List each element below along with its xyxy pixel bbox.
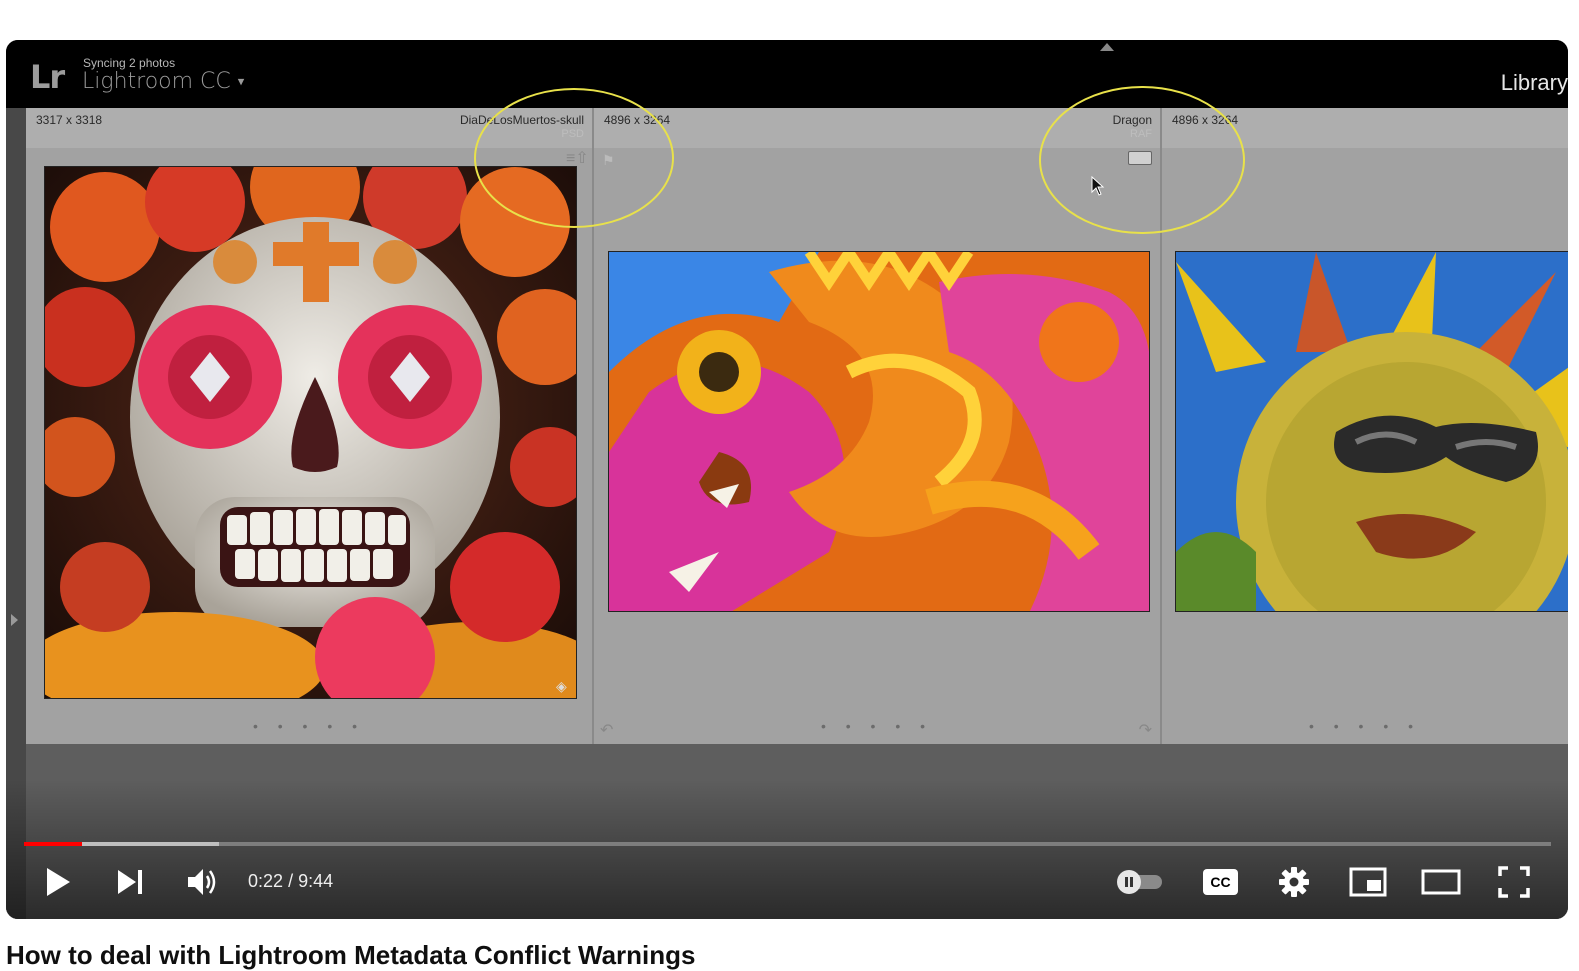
- settings-gear-icon[interactable]: [1278, 866, 1310, 898]
- photo-dimensions: 3317 x 3318: [36, 113, 103, 127]
- controls-gradient: [6, 779, 1568, 919]
- progress-played: [24, 842, 83, 846]
- play-icon[interactable]: [44, 866, 72, 898]
- volume-icon[interactable]: [186, 866, 220, 898]
- photo-thumbnail-sun[interactable]: [1175, 251, 1568, 612]
- photo-grid: 3317 x 3318 DiaDeLosMuertos-skull PSD ≡⇧: [26, 86, 1568, 744]
- annotation-circle: [1039, 86, 1245, 234]
- skull-image: [45, 167, 576, 698]
- time-separator: /: [288, 871, 294, 891]
- rating-stars[interactable]: • • • • •: [26, 718, 592, 734]
- edit-badge-icon: ◈: [556, 678, 567, 694]
- annotation-circle: [474, 88, 674, 228]
- product-name: Lightroom CC ▾: [82, 69, 244, 94]
- sync-status: Syncing 2 photos: [83, 56, 176, 70]
- captions-button[interactable]: CC: [1203, 869, 1238, 895]
- time-current: 0:22: [248, 871, 284, 891]
- video-title[interactable]: How to deal with Lightroom Metadata Conf…: [6, 940, 695, 971]
- sun-image: [1176, 252, 1568, 611]
- fullscreen-icon[interactable]: [1498, 866, 1530, 898]
- theater-mode-icon[interactable]: [1421, 868, 1461, 896]
- panel-toggle-icon: [1100, 43, 1114, 51]
- chevron-down-icon: ▾: [237, 74, 245, 90]
- rating-stars[interactable]: • • • • •: [1162, 718, 1568, 734]
- progress-bar[interactable]: [24, 842, 1551, 846]
- lightroom-logo: Lr: [30, 58, 65, 96]
- mouse-cursor-icon: [1091, 176, 1105, 196]
- module-library: Library: [1500, 70, 1568, 95]
- product-label: Lightroom CC: [82, 69, 231, 94]
- video-player[interactable]: Lr Syncing 2 photos Lightroom CC ▾ Libra…: [6, 40, 1568, 919]
- photo-thumbnail-dragon[interactable]: [608, 251, 1150, 612]
- autoplay-toggle[interactable]: [1114, 869, 1166, 895]
- expand-left-icon: [11, 614, 18, 626]
- rating-stars[interactable]: • • • • •: [594, 718, 1160, 734]
- photo-thumbnail-skull[interactable]: [44, 166, 577, 699]
- time-display: 0:22 / 9:44: [248, 871, 333, 892]
- lightroom-top-bar: Lr Syncing 2 photos Lightroom CC ▾ Libra…: [6, 40, 1568, 108]
- dragon-image: [609, 252, 1149, 611]
- time-total: 9:44: [298, 871, 334, 891]
- next-icon[interactable]: [116, 868, 144, 896]
- miniplayer-icon[interactable]: [1349, 866, 1387, 898]
